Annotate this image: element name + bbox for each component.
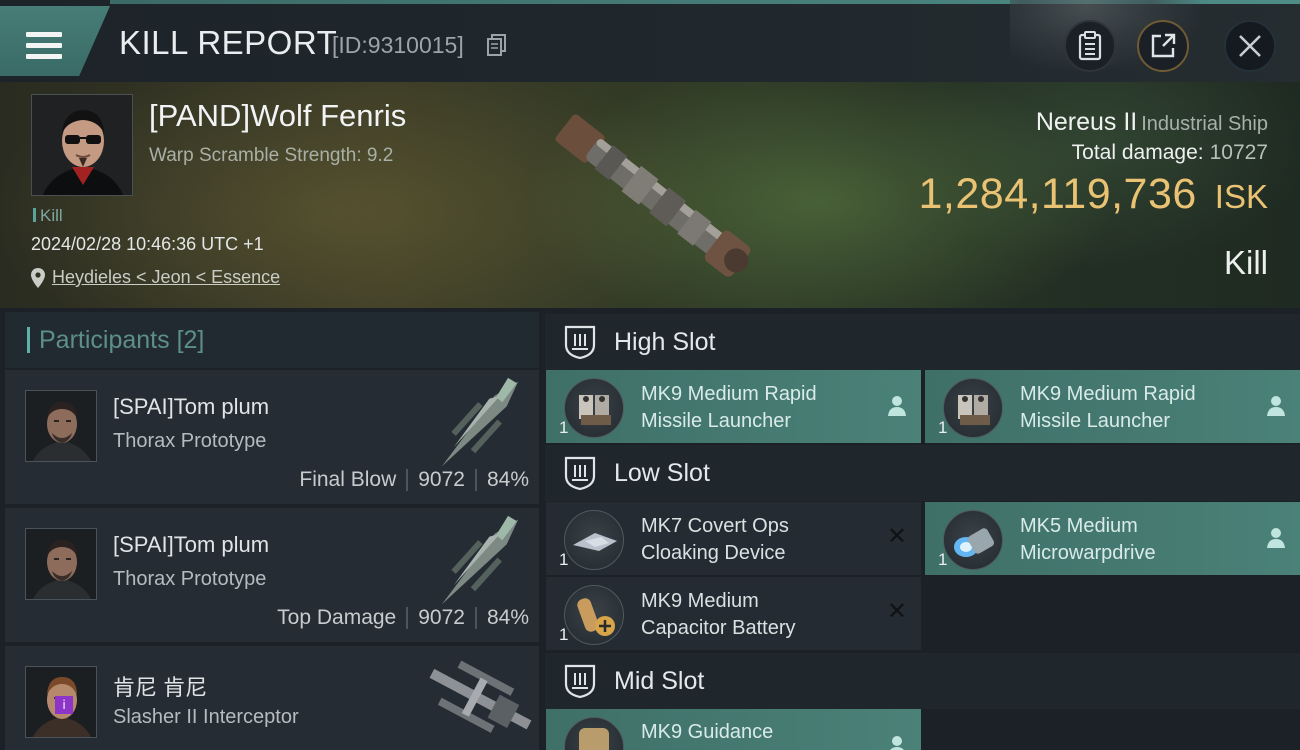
- kill-location[interactable]: Heydieles < Jeon < Essence: [31, 267, 280, 288]
- info-badge: i: [55, 696, 73, 714]
- low-slot-label: Low Slot: [614, 458, 710, 487]
- rapid-missile-launcher-icon: [943, 378, 1003, 438]
- pilot-icon: [888, 396, 906, 416]
- participant-ship: Slasher II Interceptor: [113, 706, 299, 728]
- participant-role: Top Damage: [277, 606, 397, 629]
- close-icon: [1239, 35, 1261, 57]
- total-damage: Total damage: 10727: [1071, 141, 1268, 164]
- copy-icon[interactable]: [487, 34, 507, 56]
- pilot-icon: [890, 736, 904, 750]
- module-name: MK7 Covert Ops Cloaking Device: [641, 515, 789, 564]
- fitting-panel: High Slot 1 MK9 Medium Rapid Missile Lau…: [545, 312, 1300, 750]
- victim-avatar[interactable]: [31, 94, 133, 196]
- module-item[interactable]: 1 MK9 Medium Rapid Missile Launcher: [925, 370, 1300, 443]
- mid-slot-label: Mid Slot: [614, 666, 705, 695]
- shield-icon: [564, 325, 596, 359]
- victim-ship-class: Industrial Ship: [1141, 113, 1268, 135]
- participant-row[interactable]: [SPAI]Tom plum Thorax Prototype Final Bl…: [5, 370, 539, 504]
- participant-name[interactable]: 肯尼 肯尼: [113, 670, 207, 702]
- shield-icon: [564, 664, 596, 698]
- participant-role: Final Blow: [299, 468, 397, 491]
- kill-type-tag: Kill: [33, 206, 63, 226]
- participant-ship-image: [441, 377, 519, 467]
- victim-banner: [PAND]Wolf Fenris Warp Scramble Strength…: [0, 82, 1300, 308]
- participant-damage: 9072: [418, 606, 465, 629]
- destroyed-x-icon: ✕: [886, 522, 907, 550]
- participants-label: Participants [2]: [39, 325, 205, 354]
- rapid-missile-launcher-icon: [564, 378, 624, 438]
- participant-percent: 84%: [486, 606, 529, 629]
- pilot-icon: [1267, 396, 1285, 416]
- menu-icon: [26, 32, 62, 60]
- page-title: KILL REPORT: [119, 24, 338, 61]
- high-slot-header: High Slot: [545, 314, 1300, 370]
- close-button[interactable]: [1224, 20, 1276, 72]
- participant-ship: Thorax Prototype: [113, 430, 267, 452]
- victim-portrait-image: [32, 95, 132, 195]
- capacitor-battery-icon: [564, 585, 624, 645]
- victim-name[interactable]: [PAND]Wolf Fenris: [149, 98, 406, 134]
- module-name: MK9 Medium Rapid Missile Launcher: [1020, 383, 1196, 432]
- share-icon: [1151, 33, 1176, 58]
- module-name: MK5 Medium Microwarpdrive: [1020, 515, 1156, 564]
- participant-ship-image: [441, 515, 519, 605]
- participant-percent: 84%: [486, 468, 529, 491]
- participant-row[interactable]: i 肯尼 肯尼 Slasher II Interceptor: [5, 646, 539, 750]
- shield-icon: [564, 456, 596, 490]
- module-item[interactable]: MK9 Guidance: [546, 709, 921, 750]
- module-item[interactable]: 1 MK9 Medium Rapid Missile Launcher: [546, 370, 921, 443]
- victim-ship-name[interactable]: Nereus II Industrial Ship: [1036, 108, 1268, 137]
- participants-header: Participants [2]: [5, 312, 539, 368]
- clipboard-button[interactable]: [1064, 20, 1116, 72]
- kill-result: Kill: [1223, 244, 1268, 281]
- module-name: MK9 Medium Rapid Missile Launcher: [641, 383, 817, 432]
- share-button[interactable]: [1137, 20, 1189, 72]
- participant-name[interactable]: [SPAI]Tom plum: [113, 532, 269, 558]
- low-slot-header: Low Slot: [545, 445, 1300, 501]
- participant-ship-image: [429, 660, 532, 733]
- location-pin-icon: [31, 267, 45, 288]
- mid-slot-header: Mid Slot: [545, 653, 1300, 709]
- module-item[interactable]: 1 MK9 Medium Capacitor Battery ✕: [546, 577, 921, 650]
- module-item[interactable]: 1 MK5 Medium Microwarpdrive: [925, 502, 1300, 575]
- victim-ship-image: [555, 114, 751, 277]
- isk-value: 1,284,119,736 ISK: [918, 170, 1269, 218]
- participant-stats: Final Blow 9072 84%: [299, 468, 529, 492]
- participant-ship: Thorax Prototype: [113, 568, 267, 590]
- pilot-icon: [1267, 528, 1285, 548]
- destroyed-x-icon: ✕: [886, 597, 907, 625]
- kill-timestamp: 2024/02/28 10:46:36 UTC +1: [31, 234, 264, 254]
- module-item[interactable]: 1 MK7 Covert Ops Cloaking Device ✕: [546, 502, 921, 575]
- warp-scramble-strength: Warp Scramble Strength: 9.2: [149, 145, 394, 166]
- participant-avatar: [25, 528, 97, 600]
- clipboard-icon: [1078, 31, 1102, 61]
- high-slot-label: High Slot: [614, 327, 716, 356]
- report-id: [ID:9310015]: [332, 32, 464, 58]
- header-bar: KILL REPORT [ID:9310015]: [0, 0, 1300, 82]
- cloaking-device-icon: [564, 510, 624, 570]
- participants-panel: Participants [2] [SPAI]Tom plum Thorax P…: [5, 312, 539, 750]
- module-name: MK9 Medium Capacitor Battery: [641, 590, 796, 639]
- participant-name[interactable]: [SPAI]Tom plum: [113, 394, 269, 420]
- menu-button[interactable]: [0, 6, 110, 76]
- participant-row[interactable]: [SPAI]Tom plum Thorax Prototype Top Dama…: [5, 508, 539, 642]
- participant-damage: 9072: [418, 468, 465, 491]
- guidance-module-icon: [564, 717, 624, 750]
- participant-avatar: [25, 390, 97, 462]
- module-name: MK9 Guidance: [641, 721, 774, 743]
- location-link[interactable]: Heydieles < Jeon < Essence: [52, 267, 280, 288]
- microwarpdrive-icon: [943, 510, 1003, 570]
- participant-stats: Top Damage 9072 84%: [277, 606, 529, 630]
